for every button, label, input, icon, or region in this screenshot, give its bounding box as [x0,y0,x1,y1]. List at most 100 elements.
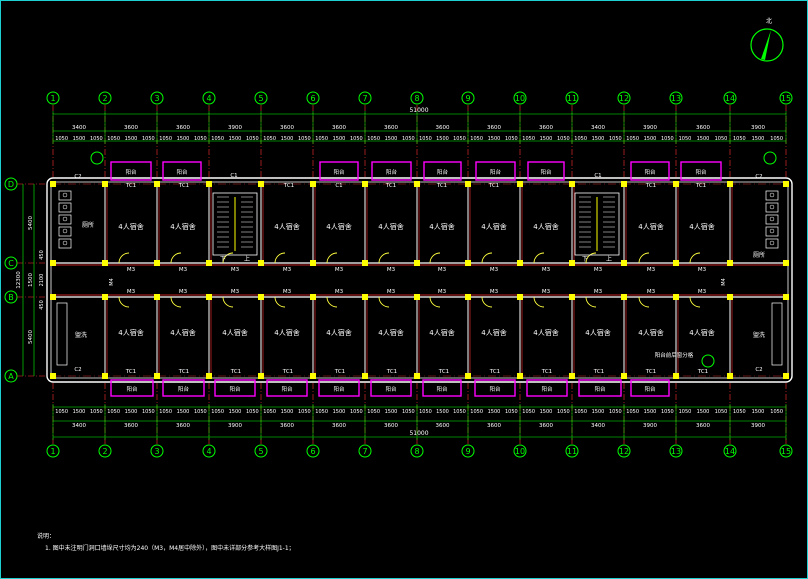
dimension-sub: 1500 [73,409,86,415]
column [569,294,575,300]
toilet-fixture [62,228,68,234]
window-label: TC1 [283,183,294,189]
door-label: M3 [231,289,240,295]
door-swing [326,252,338,264]
toilet-stall [765,214,779,225]
dimension-sub: 1050 [661,136,674,142]
wash-sink [56,302,68,366]
row-axis-label: B [8,293,14,302]
window-label: TC1 [385,183,396,189]
dimension-sub: 1500 [644,136,657,142]
dimension-sub: 1500 [281,409,294,415]
door-swing [533,296,545,308]
door-label: M3 [698,289,707,295]
dimension-sub: 1050 [470,409,483,415]
dimension-left-part: 5400 [28,216,34,230]
dimension-sub: 1050 [246,136,259,142]
door-swing [689,296,701,308]
dimension-bay: 3600 [436,125,450,131]
wash-sink [771,302,783,366]
window-label: C1 [335,183,342,189]
room-label-dorm: 4人宿舍 [326,328,351,337]
dimension-bay: 3600 [124,125,138,131]
dimension-sub: 1050 [142,409,155,415]
dimension-sub: 1050 [159,409,172,415]
dimension-sub: 1050 [419,136,432,142]
dimension-sub: 1050 [419,409,432,415]
note-line-1: 1. 图中未注明门洞口墙垛尺寸均为240（M3，M4居中除外），图中未详部分参考… [45,544,295,552]
dimension-sub: 1050 [679,409,692,415]
dimension-sub: 1050 [626,136,639,142]
door-label: M3 [179,267,188,273]
axis-label: 15 [781,94,791,103]
axis-label: 7 [362,447,367,456]
dimension-sub: 1050 [661,409,674,415]
column [50,373,56,379]
balcony-label: 阳台 [489,385,501,393]
door-swing [274,252,286,264]
room-label-dorm: 4人宿舍 [326,222,351,231]
dimension-sub: 1500 [752,409,765,415]
balcony-label: 阳台 [540,168,552,176]
toilet-stall [58,238,72,249]
column [673,181,679,187]
column [102,294,108,300]
column [727,181,733,187]
axis-label: 15 [781,447,791,456]
toilet-fixture [769,204,775,210]
door-label: M3 [542,289,551,295]
dimension-bay: 3900 [228,125,242,131]
room-label-dorm: 4人宿舍 [533,222,558,231]
column [621,294,627,300]
dimension-sub: 1050 [194,409,207,415]
dimension-sub: 1050 [522,136,535,142]
door-label: M3 [490,289,499,295]
dimension-sub: 1500 [177,409,190,415]
dimension-bay: 3600 [384,125,398,131]
dimension-sub: 1050 [609,136,622,142]
dimension-left-total: 12300 [16,271,22,289]
column [727,373,733,379]
axis-label: 5 [258,94,263,103]
column [154,373,160,379]
dimension-sub: 1500 [488,136,501,142]
column [621,260,627,266]
column [517,260,523,266]
balcony-note-label: 阳台前后窗分格 [655,351,694,359]
column [362,181,368,187]
column [673,260,679,266]
floor-plan: 北 11223344556677889910101111121213131414… [4,17,793,552]
column [414,373,420,379]
column [362,260,368,266]
dimension-sub: 1050 [194,136,207,142]
toilet-fixture [62,192,68,198]
column [258,181,264,187]
balcony-label: 阳台 [644,168,656,176]
balcony-label: 阳台 [437,168,449,176]
dimension-sub: 1050 [298,136,311,142]
dimension-bay: 3600 [124,423,138,429]
dimension-sub: 1050 [402,409,415,415]
door-label: M3 [594,289,603,295]
column [50,294,56,300]
toilet-stall [58,202,72,213]
window-label: C2 [755,367,762,373]
column [50,181,56,187]
stair-up-label: 上 [606,255,612,263]
axis-label: 1 [50,94,55,103]
axis-label: 13 [671,94,681,103]
column [569,373,575,379]
balcony-label: 阳台 [176,168,188,176]
dimension-bay: 3900 [643,423,657,429]
room-label-dorm: 4人宿舍 [429,222,454,231]
dimension-sub: 1500 [229,136,242,142]
dimension-sub: 1500 [592,136,605,142]
room-label-dorm: 4人宿舍 [638,328,663,337]
window-label: C2 [755,174,762,180]
door-swing [118,296,130,308]
axis-label: 12 [619,447,629,456]
dimension-sub: 1050 [733,136,746,142]
dimension-sub: 1500 [436,136,449,142]
door-label: M3 [335,267,344,273]
column [621,181,627,187]
